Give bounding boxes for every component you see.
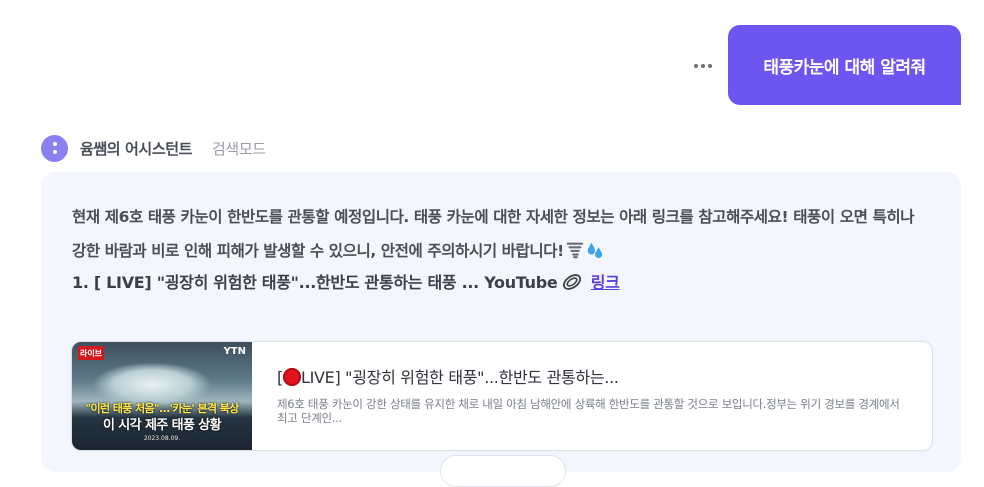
list-item: 1. [ LIVE] "굉장히 위험한 태풍"...한반도 관통하는 태풍 ..…: [72, 269, 620, 297]
dot: [694, 64, 698, 68]
brand-logo: YTN: [223, 346, 246, 357]
tornado-icon: [566, 242, 584, 259]
source-link[interactable]: 링크: [591, 273, 620, 292]
dot: [708, 64, 712, 68]
thumbnail-date: 2023.08.09.: [143, 435, 181, 442]
droplets-icon: [587, 242, 602, 259]
more-options-button[interactable]: [690, 56, 716, 76]
link-preview-card[interactable]: 라이브 YTN "이런 태풍 처음"…'카눈' 본격 북상 이 시각 제주 태풍…: [71, 341, 933, 451]
live-record-icon: [282, 368, 301, 386]
paperclip-icon: [563, 274, 582, 290]
scroll-down-button[interactable]: [440, 455, 566, 487]
dot: [701, 64, 705, 68]
thumbnail-caption-2: 이 시각 제주 태풍 상황: [103, 418, 222, 433]
assistant-response-bubble: 현재 제6호 태풍 카눈이 한반도를 관통할 예정입니다. 태풍 카눈에 대한 …: [41, 172, 961, 472]
list-item-text: 1. [ LIVE] "굉장히 위험한 태풍"...한반도 관통하는 태풍 ..…: [72, 273, 558, 292]
card-title[interactable]: [LIVE] "굉장히 위험한 태풍"...한반도 관통하는...: [277, 364, 907, 388]
video-thumbnail: 라이브 YTN "이런 태풍 처음"…'카눈' 본격 북상 이 시각 제주 태풍…: [72, 342, 252, 450]
assistant-name: 윰쌤의 어시스턴트: [80, 140, 193, 158]
card-title-text: LIVE] "굉장히 위험한 태풍"...한반도 관통하는...: [300, 368, 619, 387]
assistant-avatar-icon: [41, 135, 68, 162]
assistant-header: 윰쌤의 어시스턴트 검색모드: [41, 135, 266, 162]
search-mode-label: 검색모드: [212, 140, 266, 158]
card-description: 제6호 태풍 카눈이 강한 상태를 유지한 채로 내일 아침 남해안에 상륙해 …: [277, 397, 900, 425]
answer-text: 현재 제6호 태풍 카눈이 한반도를 관통할 예정입니다. 태풍 카눈에 대한 …: [72, 200, 932, 268]
user-message-bubble: 태풍카눈에 대해 알려줘: [728, 25, 961, 105]
channel-badge: 라이브: [78, 346, 104, 360]
answer-body: 현재 제6호 태풍 카눈이 한반도를 관통할 예정입니다. 태풍 카눈에 대한 …: [72, 208, 915, 260]
